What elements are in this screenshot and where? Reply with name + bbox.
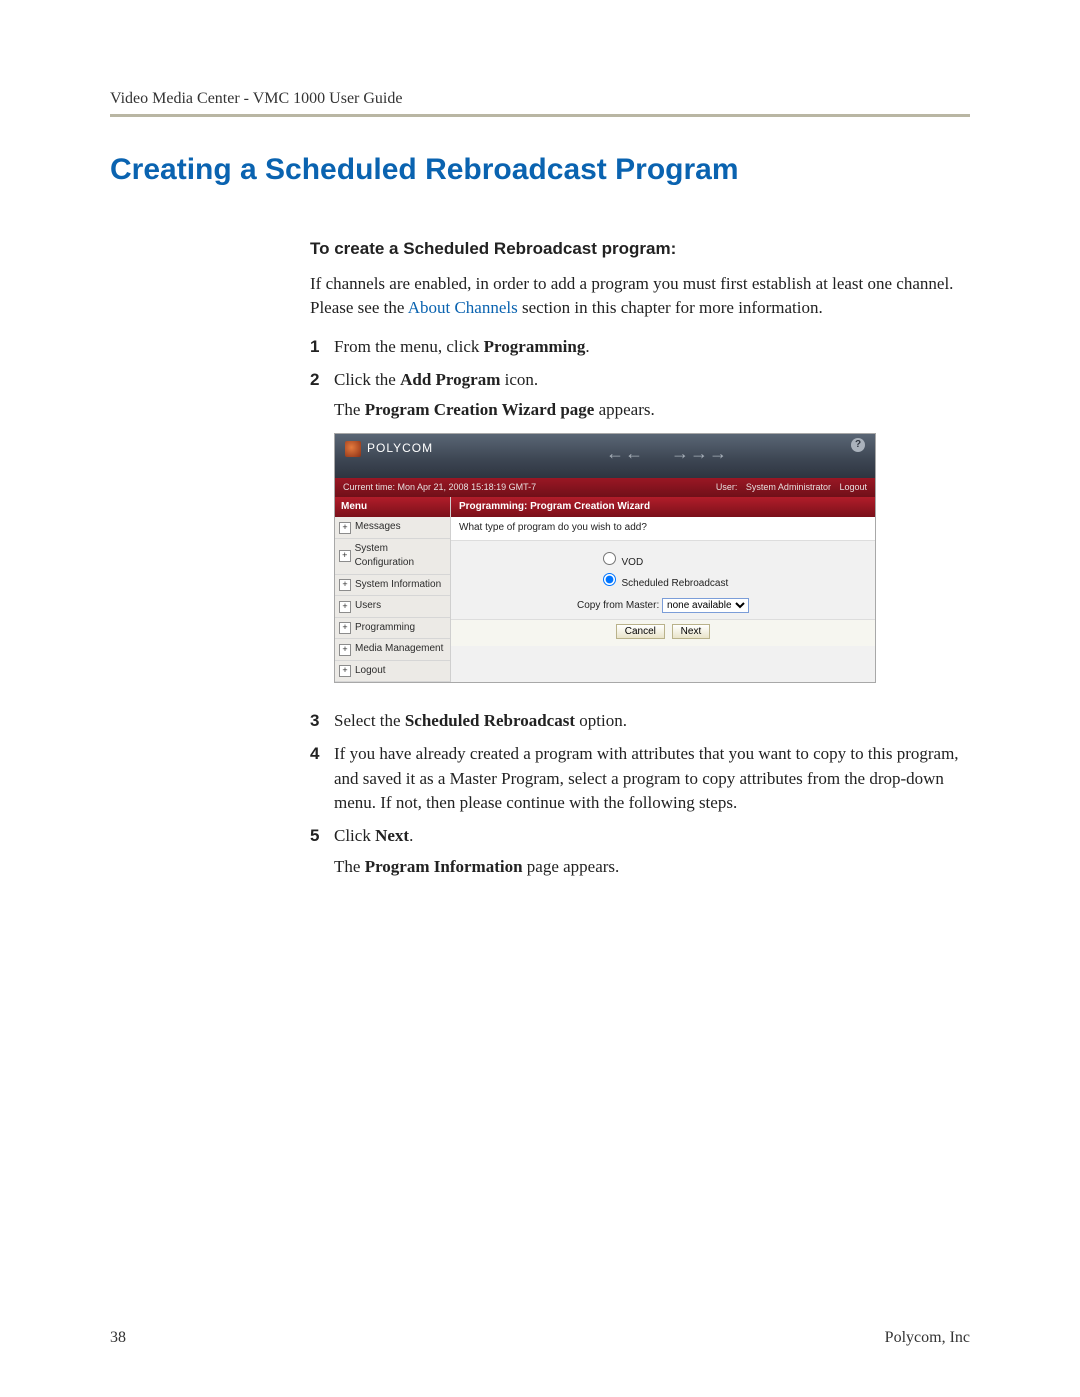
sidebar-menu: Menu + Messages + System Configuration + Sy… xyxy=(335,497,451,683)
step-1: 1 From the menu, click Programming. xyxy=(310,335,970,360)
vod-radio[interactable] xyxy=(603,552,616,565)
text: icon. xyxy=(500,370,538,389)
bold-term: Program Creation Wizard page xyxy=(365,400,595,419)
intro-paragraph: If channels are enabled, in order to add… xyxy=(310,272,970,321)
step-number: 2 xyxy=(310,368,334,393)
about-channels-link[interactable]: About Channels xyxy=(408,298,518,317)
text: If you have already created a program wi… xyxy=(334,742,970,816)
running-header: Video Media Center - VMC 1000 User Guide xyxy=(110,90,970,117)
expand-icon[interactable]: + xyxy=(339,550,351,562)
wizard-form: VOD Scheduled Rebroadcast Copy fro xyxy=(451,541,875,620)
option-vod[interactable]: VOD xyxy=(598,549,729,571)
text: page appears. xyxy=(523,857,620,876)
sidebar-item-system-information[interactable]: + System Information xyxy=(335,575,450,597)
page-number: 38 xyxy=(110,1329,126,1347)
user-link[interactable]: System Administrator xyxy=(746,482,831,492)
main-panel: Programming: Program Creation Wizard Wha… xyxy=(451,497,875,683)
text: The xyxy=(334,400,365,419)
page-title: Creating a Scheduled Rebroadcast Program xyxy=(110,153,970,187)
text: section in this chapter for more informa… xyxy=(522,298,823,317)
next-button[interactable]: Next xyxy=(672,624,711,639)
cancel-button[interactable]: Cancel xyxy=(616,624,665,639)
sidebar-item-label: Users xyxy=(355,599,381,614)
sidebar-item-label: Messages xyxy=(355,520,401,535)
step-number: 3 xyxy=(310,709,334,734)
menu-header: Menu xyxy=(335,497,450,518)
status-bar: Current time: Mon Apr 21, 2008 15:18:19 … xyxy=(335,478,875,497)
option-label: VOD xyxy=(622,557,644,568)
steps-list: 1 From the menu, click Programming. 2 Cl… xyxy=(310,335,970,879)
logo-mark-icon xyxy=(345,441,361,457)
sidebar-item-label: System Information xyxy=(355,578,441,593)
help-icon[interactable]: ? xyxy=(851,438,865,452)
sidebar-item-programming[interactable]: + Programming xyxy=(335,618,450,640)
expand-icon[interactable]: + xyxy=(339,601,351,613)
scheduled-rebroadcast-radio[interactable] xyxy=(603,573,616,586)
text: Select the xyxy=(334,711,405,730)
document-page: Video Media Center - VMC 1000 User Guide… xyxy=(0,0,1080,1397)
step-number: 5 xyxy=(310,824,334,849)
sidebar-item-label: Programming xyxy=(355,621,415,636)
bold-term: Programming xyxy=(484,337,586,356)
copy-from-master-label: Copy from Master: xyxy=(577,600,659,611)
step-number: 4 xyxy=(310,742,334,767)
company-name: Polycom, Inc xyxy=(885,1329,970,1347)
bold-term: Next xyxy=(375,826,409,845)
bold-term: Scheduled Rebroadcast xyxy=(405,711,575,730)
sidebar-item-messages[interactable]: + Messages xyxy=(335,517,450,539)
sidebar-item-system-configuration[interactable]: + System Configuration xyxy=(335,539,450,575)
app-banner: POLYCOM ← ← → → → ? xyxy=(335,434,875,478)
copy-from-master-select[interactable]: none available xyxy=(662,598,749,613)
text: option. xyxy=(575,711,627,730)
panel-title: Programming: Program Creation Wizard xyxy=(451,497,875,518)
logout-link[interactable]: Logout xyxy=(839,482,867,492)
arrow-right-icon: → → → xyxy=(671,443,725,463)
bold-term: Program Information xyxy=(365,857,523,876)
text: Click xyxy=(334,826,375,845)
procedure-heading: To create a Scheduled Rebroadcast progra… xyxy=(310,237,970,262)
sidebar-item-media-management[interactable]: + Media Management xyxy=(335,639,450,661)
option-label: Scheduled Rebroadcast xyxy=(622,578,729,589)
sidebar-item-logout[interactable]: + Logout xyxy=(335,661,450,683)
text: appears. xyxy=(594,400,654,419)
expand-icon[interactable]: + xyxy=(339,579,351,591)
option-scheduled-rebroadcast[interactable]: Scheduled Rebroadcast xyxy=(598,570,729,592)
banner-arrows-icon: ← ← → → → xyxy=(606,440,725,466)
user-label: User: xyxy=(716,482,738,492)
text: Click the xyxy=(334,370,400,389)
page-footer: 38 Polycom, Inc xyxy=(110,1329,970,1347)
bold-term: Add Program xyxy=(400,370,500,389)
text: . xyxy=(409,826,413,845)
step-5: 5 Click Next. The Program Information pa… xyxy=(310,824,970,879)
sidebar-item-label: Logout xyxy=(355,664,386,679)
expand-icon[interactable]: + xyxy=(339,522,351,534)
sidebar-item-label: Media Management xyxy=(355,642,443,657)
text: . xyxy=(585,337,589,356)
wizard-question: What type of program do you wish to add? xyxy=(451,517,875,541)
content-block: To create a Scheduled Rebroadcast progra… xyxy=(310,237,970,879)
step-result: The Program Creation Wizard page appears… xyxy=(334,398,970,423)
text: The xyxy=(334,857,365,876)
current-time: Current time: Mon Apr 21, 2008 15:18:19 … xyxy=(343,481,536,494)
expand-icon[interactable]: + xyxy=(339,644,351,656)
arrow-left-icon: ← ← xyxy=(606,443,641,463)
step-number: 1 xyxy=(310,335,334,360)
step-2: 2 Click the Add Program icon. The Progra… xyxy=(310,368,970,702)
text: From the menu, click xyxy=(334,337,484,356)
sidebar-item-users[interactable]: + Users xyxy=(335,596,450,618)
expand-icon[interactable]: + xyxy=(339,665,351,677)
step-4: 4 If you have already created a program … xyxy=(310,742,970,816)
wizard-screenshot: POLYCOM ← ← → → → ? Current time: Mon Ap… xyxy=(334,433,876,684)
step-3: 3 Select the Scheduled Rebroadcast optio… xyxy=(310,709,970,734)
expand-icon[interactable]: + xyxy=(339,622,351,634)
step-result: The Program Information page appears. xyxy=(334,855,970,880)
brand-text: POLYCOM xyxy=(367,440,433,457)
sidebar-item-label: System Configuration xyxy=(355,542,446,571)
